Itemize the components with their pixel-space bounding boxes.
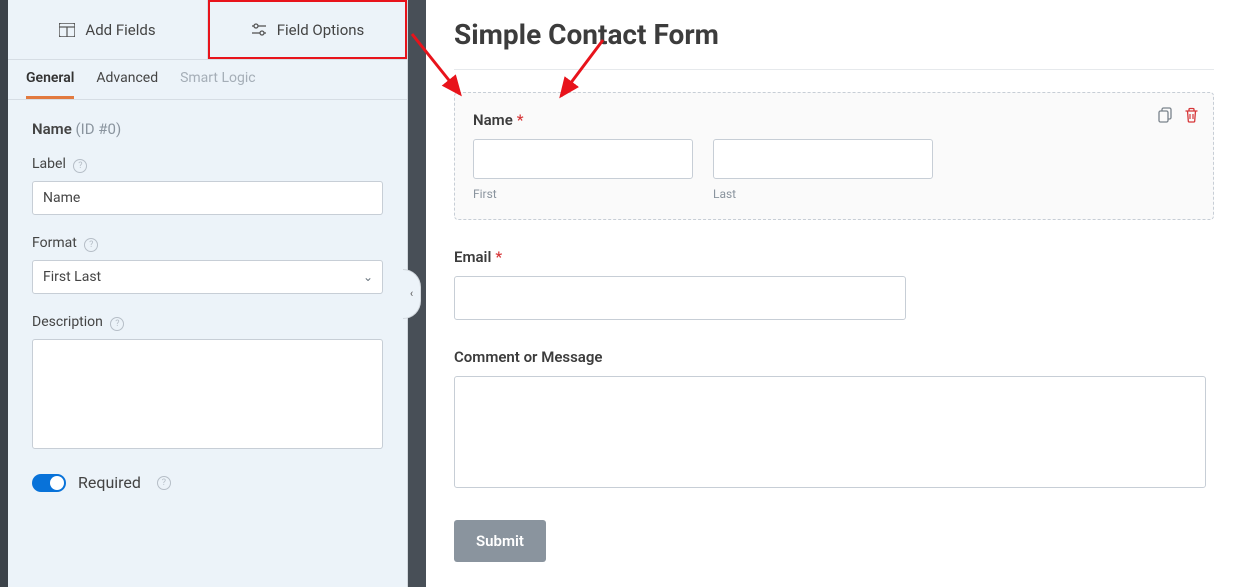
help-icon[interactable]: ? bbox=[73, 159, 87, 173]
required-label: Required bbox=[78, 473, 141, 492]
message-textarea[interactable] bbox=[454, 376, 1206, 488]
sub-tab-advanced[interactable]: Advanced bbox=[96, 60, 158, 99]
sub-tab-smart-logic[interactable]: Smart Logic bbox=[180, 60, 255, 99]
tab-field-options-label: Field Options bbox=[277, 21, 365, 39]
top-tabs: Add Fields Field Options bbox=[8, 0, 407, 60]
sidebar: Add Fields Field Options General Advance… bbox=[8, 0, 408, 587]
last-sublabel: Last bbox=[713, 187, 933, 201]
panel-body: Name (ID #0) Label ? Format ? First Last bbox=[8, 100, 407, 587]
last-name-input[interactable] bbox=[713, 139, 933, 179]
submit-button[interactable]: Submit bbox=[454, 520, 546, 562]
description-textarea[interactable] bbox=[32, 339, 383, 449]
email-input[interactable] bbox=[454, 276, 906, 320]
help-icon[interactable]: ? bbox=[110, 317, 124, 331]
sub-tabs: General Advanced Smart Logic bbox=[8, 60, 407, 100]
wp-admin-bar bbox=[0, 0, 8, 587]
form-preview: Simple Contact Form Name* First bbox=[426, 0, 1242, 587]
field-name-label: Name* bbox=[473, 111, 1195, 129]
field-email-label: Email* bbox=[454, 248, 1214, 266]
tab-add-fields[interactable]: Add Fields bbox=[8, 0, 208, 59]
format-select[interactable]: First Last bbox=[32, 260, 383, 294]
field-name[interactable]: Name* First Last bbox=[454, 92, 1214, 220]
label-field-block: Label ? bbox=[32, 156, 383, 215]
tab-add-fields-label: Add Fields bbox=[85, 21, 155, 39]
field-email[interactable]: Email* bbox=[454, 248, 1214, 320]
sub-tab-general[interactable]: General bbox=[26, 60, 74, 99]
label-field-label: Label ? bbox=[32, 156, 383, 173]
first-name-input[interactable] bbox=[473, 139, 693, 179]
tab-field-options[interactable]: Field Options bbox=[208, 0, 407, 59]
field-header-name: Name bbox=[32, 120, 72, 138]
trash-icon[interactable] bbox=[1184, 107, 1199, 123]
divider bbox=[454, 69, 1214, 70]
grid-icon bbox=[59, 22, 75, 38]
description-field-label: Description ? bbox=[32, 314, 383, 331]
field-header-id: (ID #0) bbox=[76, 120, 122, 138]
description-field-block: Description ? bbox=[32, 314, 383, 453]
required-asterisk: * bbox=[495, 248, 502, 266]
format-field-block: Format ? First Last ⌄ bbox=[32, 235, 383, 294]
sliders-icon bbox=[251, 22, 267, 38]
chevron-left-icon: ‹ bbox=[410, 287, 413, 300]
help-icon[interactable]: ? bbox=[157, 476, 171, 490]
first-sublabel: First bbox=[473, 187, 693, 201]
label-input[interactable] bbox=[32, 181, 383, 215]
form-title: Simple Contact Form bbox=[454, 18, 1214, 51]
field-message-label: Comment or Message bbox=[454, 348, 1214, 366]
field-header: Name (ID #0) bbox=[32, 120, 383, 138]
duplicate-icon[interactable] bbox=[1158, 107, 1174, 123]
required-asterisk: * bbox=[517, 111, 524, 129]
field-actions bbox=[1158, 107, 1199, 123]
required-toggle[interactable] bbox=[32, 474, 66, 492]
help-icon[interactable]: ? bbox=[84, 238, 98, 252]
required-row: Required ? bbox=[32, 473, 383, 492]
field-message[interactable]: Comment or Message bbox=[454, 348, 1214, 492]
format-field-label: Format ? bbox=[32, 235, 383, 252]
